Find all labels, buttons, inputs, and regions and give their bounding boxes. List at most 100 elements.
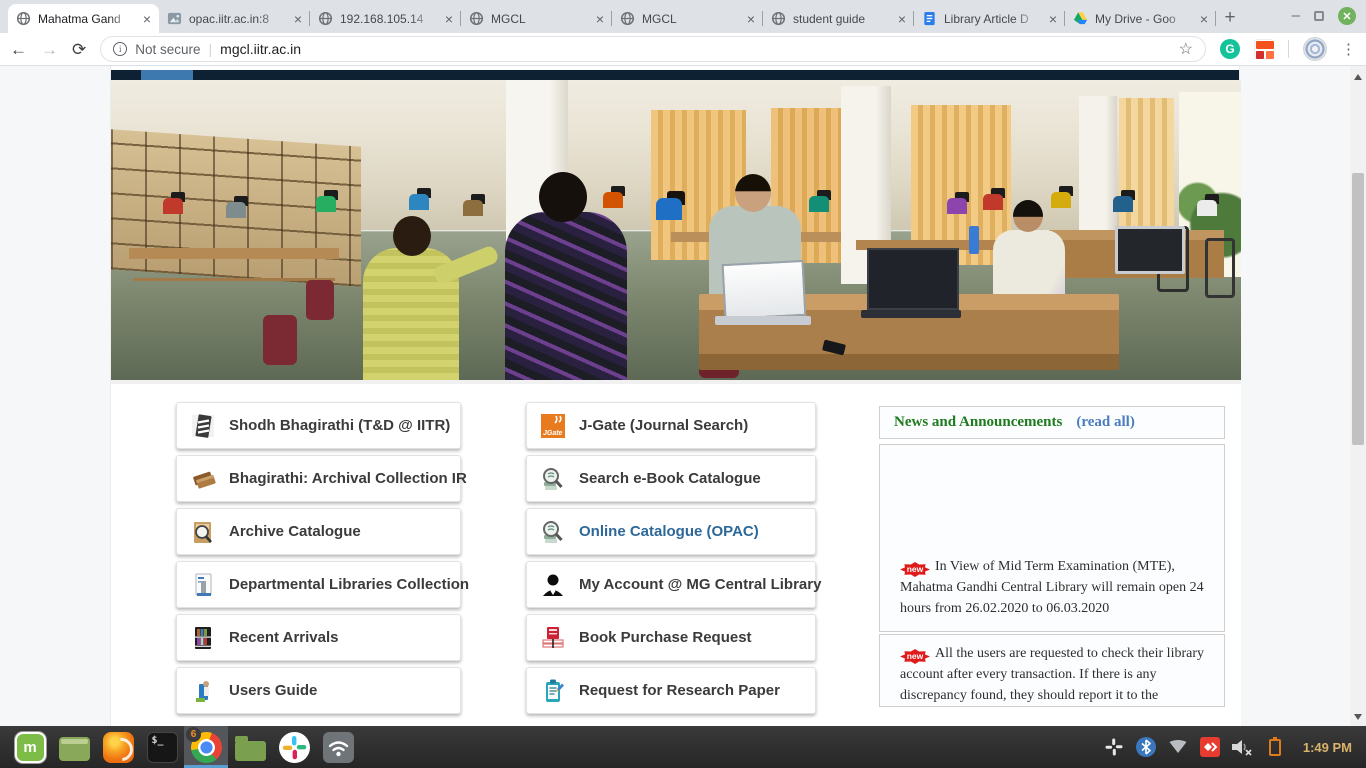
photo-shape [969,226,979,254]
link-label: Search e-Book Catalogue [579,470,761,487]
link-label: Bhagirathi: Archival Collection IR [229,470,467,487]
link-recent-arrivals[interactable]: Recent Arrivals [176,614,461,661]
reload-button[interactable]: ⟳ [72,41,86,58]
tab-close-icon[interactable]: × [596,12,604,26]
photo-shape [722,260,807,320]
tab-mgcl-2[interactable]: MGCL × [612,4,763,33]
page-viewport: Shodh Bhagirathi (T&D @ IITR) Bhagirathi… [0,66,1366,726]
volume-muted-icon[interactable] [1231,736,1253,758]
link-departmental-libraries[interactable]: Departmental Libraries Collection [176,561,461,608]
page-info-icon[interactable]: i [113,42,127,56]
minimize-button[interactable]: – [1292,11,1300,21]
tab-title: opac.iitr.ac.in:8 [189,12,287,26]
taskbar-clock[interactable]: 1:49 PM [1303,740,1352,755]
link-my-account[interactable]: My Account @ MG Central Library [526,561,816,608]
mint-menu-button[interactable]: m [8,726,52,768]
security-label: Not secure [135,42,200,57]
wifi-signal-icon[interactable] [1167,736,1189,758]
show-desktop-button[interactable] [52,726,96,768]
google-docs-favicon [922,11,937,26]
back-button[interactable]: ← [10,41,27,58]
terminal-icon: $_ [147,732,178,763]
photo-shape [861,310,961,318]
firefox-icon [103,732,134,763]
new-tab-button[interactable]: + [1216,4,1244,32]
link-archive-catalogue[interactable]: Archive Catalogue [176,508,461,555]
quick-links-column-middle: JGate J-Gate (Journal Search) Search e-B… [526,402,816,714]
extension-tile [1256,41,1274,49]
tab-student-guide[interactable]: student guide × [763,4,914,33]
link-research-paper-request[interactable]: Request for Research Paper [526,667,816,714]
site-nav-active-item[interactable] [141,70,193,80]
opac-search-icon [540,519,566,545]
tab-mgcl-1[interactable]: MGCL × [461,4,612,33]
news-item-text: All the users are requested to check the… [900,646,1204,703]
restore-button[interactable] [1314,11,1324,21]
bookmark-star-icon[interactable]: ☆ [1179,39,1193,59]
new-badge: new [900,562,930,577]
tab-close-icon[interactable]: × [1049,12,1057,26]
scroll-up-arrow[interactable] [1354,74,1362,80]
photo-shape [715,316,811,325]
chrome-taskbar-item[interactable]: 6 [184,726,228,768]
book-purchase-icon [540,625,566,651]
globe-favicon [771,11,786,26]
folder-icon [235,741,266,761]
firefox-launcher[interactable] [96,726,140,768]
tab-close-icon[interactable]: × [294,12,302,26]
forward-button[interactable]: → [41,41,58,58]
tab-opac[interactable]: opac.iitr.ac.in:8 × [159,4,310,33]
file-manager-launcher[interactable] [228,726,272,768]
read-all-link[interactable]: (read all) [1076,414,1134,431]
tab-close-icon[interactable]: × [747,12,755,26]
tab-my-drive[interactable]: My Drive - Goo × [1065,4,1216,33]
page-scrollbar[interactable] [1350,66,1366,726]
extension-tile [1266,51,1274,59]
link-search-ebook[interactable]: Search e-Book Catalogue [526,455,816,502]
photo-person [316,196,336,212]
screenshot-extension-icon[interactable] [1254,39,1274,59]
network-tool-launcher[interactable] [316,726,360,768]
tab-close-icon[interactable]: × [898,12,906,26]
wifi-app-icon [323,732,354,763]
toolbar-separator [1288,40,1289,58]
slack-launcher[interactable] [272,726,316,768]
link-shodh-bhagirathi[interactable]: Shodh Bhagirathi (T&D @ IITR) [176,402,461,449]
google-drive-favicon [1073,11,1088,26]
scrollbar-thumb[interactable] [1352,173,1364,445]
link-label: Recent Arrivals [229,629,339,646]
tab-close-icon[interactable]: × [143,12,151,26]
system-tray: 1:49 PM [1103,736,1358,758]
link-jgate[interactable]: JGate J-Gate (Journal Search) [526,402,816,449]
scroll-down-arrow[interactable] [1354,714,1362,720]
bluetooth-icon[interactable] [1136,737,1156,757]
slack-tray-icon[interactable] [1103,736,1125,758]
tab-ip-address[interactable]: 192.168.105.14 × [310,4,461,33]
anydesk-icon[interactable] [1200,737,1220,757]
link-users-guide[interactable]: Users Guide [176,667,461,714]
news-header: News and Announcements (read all) [879,406,1225,439]
photo-shape [1205,238,1235,298]
terminal-launcher[interactable]: $_ [140,726,184,768]
battery-icon[interactable] [1264,736,1286,758]
link-archival-collection[interactable]: Bhagirathi: Archival Collection IR [176,455,461,502]
link-label: Online Catalogue (OPAC) [579,523,759,540]
book-search-icon [540,466,566,492]
tab-mahatma-gandhi[interactable]: Mahatma Gand × [8,4,159,33]
profile-avatar[interactable] [1303,37,1327,61]
tab-library-article[interactable]: Library Article D × [914,4,1065,33]
grammarly-extension-icon[interactable]: G [1220,39,1240,59]
desktop-window-icon [59,737,90,761]
link-book-purchase[interactable]: Book Purchase Request [526,614,816,661]
link-opac[interactable]: Online Catalogue (OPAC) [526,508,816,555]
photo-person [409,194,429,210]
quick-links-section: Shodh Bhagirathi (T&D @ IITR) Bhagirathi… [111,380,1241,726]
tab-close-icon[interactable]: × [445,12,453,26]
close-window-button[interactable]: ✕ [1338,7,1356,25]
battery-outline [1269,739,1281,756]
tab-title: MGCL [491,12,589,26]
research-paper-icon [540,678,566,704]
tab-close-icon[interactable]: × [1200,12,1208,26]
browser-menu-icon[interactable]: ⋮ [1341,40,1356,58]
address-bar[interactable]: i Not secure | mgcl.iitr.ac.in ☆ [100,36,1206,62]
